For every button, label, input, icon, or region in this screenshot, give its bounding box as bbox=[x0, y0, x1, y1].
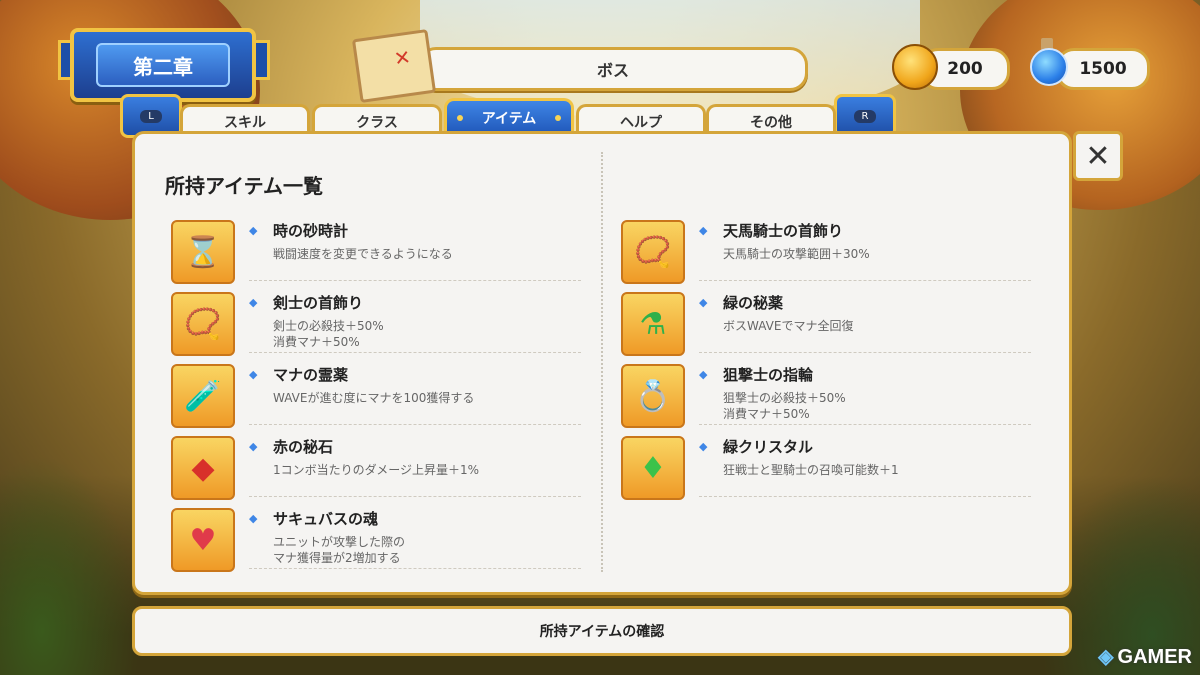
hourglass-icon: ⌛ bbox=[171, 220, 235, 284]
item-description: ボスWAVEでマナ全回復 bbox=[723, 319, 854, 333]
item-separator bbox=[249, 424, 581, 425]
diamond-bullet-icon: ◆ bbox=[249, 440, 258, 453]
panel-title: 所持アイテム一覧 bbox=[165, 174, 323, 198]
diamond-bullet-icon: ◆ bbox=[699, 368, 708, 381]
item-name: 赤の秘石 bbox=[273, 438, 334, 456]
chapter-badge: 第二章 bbox=[70, 28, 256, 102]
item-description: 狂戦士と聖騎士の召喚可能数＋1 bbox=[723, 463, 899, 477]
item-list-panel: 所持アイテム一覧 ⌛ ◆ 時の砂時計 戦闘速度を変更できるようになる 📿 ◆ 剣… bbox=[132, 131, 1072, 595]
list-item[interactable]: 🧪 ◆ マナの霊薬 WAVEが進む度にマナを100獲得する bbox=[171, 364, 591, 430]
item-name: 天馬騎士の首飾り bbox=[723, 222, 844, 240]
green-potion-icon: ⚗ bbox=[621, 292, 685, 356]
list-item[interactable]: ◆ ◆ 赤の秘石 1コンボ当たりのダメージ上昇量＋1% bbox=[171, 436, 591, 502]
diamond-bullet-icon: ◆ bbox=[699, 296, 708, 309]
item-description: 狙撃士の必殺技＋50% 消費マナ＋50% bbox=[723, 391, 846, 421]
item-name: 狙撃士の指輪 bbox=[723, 366, 814, 384]
item-description: ユニットが攻撃した際の マナ獲得量が2増加する bbox=[273, 535, 406, 565]
item-separator bbox=[699, 424, 1031, 425]
item-name: 時の砂時計 bbox=[273, 222, 349, 240]
item-name: 緑の秘薬 bbox=[723, 294, 784, 312]
column-divider bbox=[601, 152, 603, 572]
green-crystal-icon: ♦ bbox=[621, 436, 685, 500]
item-separator bbox=[699, 352, 1031, 353]
item-description: 1コンボ当たりのダメージ上昇量＋1% bbox=[273, 463, 480, 477]
item-name: マナの霊薬 bbox=[273, 366, 349, 384]
diamond-bullet-icon: ◆ bbox=[699, 440, 708, 453]
tab-next-key: R bbox=[853, 109, 877, 123]
background-plant-left bbox=[0, 455, 140, 675]
treasure-map-icon: ✕ bbox=[351, 29, 437, 103]
list-item[interactable]: 📿 ◆ 天馬騎士の首飾り 天馬騎士の攻撃範囲＋30% bbox=[621, 220, 1041, 286]
list-item[interactable]: ♥ ◆ サキュバスの魂 ユニットが攻撃した際の マナ獲得量が2増加する bbox=[171, 508, 591, 574]
stage-title: ボス bbox=[418, 47, 808, 91]
tab-item[interactable]: アイテム bbox=[444, 98, 574, 135]
mana-counter: 1500 bbox=[1056, 48, 1150, 90]
item-name: 緑クリスタル bbox=[723, 438, 814, 456]
item-separator bbox=[249, 280, 581, 281]
item-description: 戦闘速度を変更できるようになる bbox=[273, 247, 453, 261]
item-separator bbox=[699, 280, 1031, 281]
diamond-bullet-icon: ◆ bbox=[249, 296, 258, 309]
list-item[interactable]: 📿 ◆ 剣士の首飾り 剣士の必殺技＋50% 消費マナ＋50% bbox=[171, 292, 591, 358]
chapter-label: 第二章 bbox=[96, 43, 230, 87]
list-item[interactable]: 💍 ◆ 狙撃士の指輪 狙撃士の必殺技＋50% 消費マナ＋50% bbox=[621, 364, 1041, 430]
diamond-bullet-icon: ◆ bbox=[249, 224, 258, 237]
heart-icon: ♥ bbox=[171, 508, 235, 572]
item-description: 剣士の必殺技＋50% 消費マナ＋50% bbox=[273, 319, 384, 349]
confirm-items-button[interactable]: 所持アイテムの確認 bbox=[132, 606, 1072, 656]
watermark: ◈ GAMER bbox=[1098, 644, 1192, 669]
mana-potion-icon bbox=[1030, 38, 1068, 86]
diamond-bullet-icon: ◆ bbox=[699, 224, 708, 237]
tab-prev-key: L bbox=[140, 109, 162, 123]
item-description: WAVEが進む度にマナを100獲得する bbox=[273, 391, 475, 405]
red-gem-icon: ◆ bbox=[171, 436, 235, 500]
item-name: 剣士の首飾り bbox=[273, 294, 364, 312]
necklace-icon: 📿 bbox=[171, 292, 235, 356]
item-separator bbox=[249, 568, 581, 569]
gold-coin-icon bbox=[892, 44, 938, 90]
watermark-text: GAMER bbox=[1117, 646, 1192, 668]
diamond-bullet-icon: ◆ bbox=[249, 368, 258, 381]
item-separator bbox=[699, 496, 1031, 497]
potion-icon: 🧪 bbox=[171, 364, 235, 428]
item-separator bbox=[249, 352, 581, 353]
diamond-bullet-icon: ◆ bbox=[249, 512, 258, 525]
close-button[interactable]: ✕ bbox=[1073, 131, 1123, 181]
item-name: サキュバスの魂 bbox=[273, 510, 379, 528]
item-description: 天馬騎士の攻撃範囲＋30% bbox=[723, 247, 870, 261]
close-icon: ✕ bbox=[1085, 138, 1111, 174]
gamer-logo-icon: ◈ bbox=[1098, 646, 1114, 668]
necklace-icon: 📿 bbox=[621, 220, 685, 284]
item-separator bbox=[249, 496, 581, 497]
ring-icon: 💍 bbox=[621, 364, 685, 428]
list-item[interactable]: ⚗ ◆ 緑の秘薬 ボスWAVEでマナ全回復 bbox=[621, 292, 1041, 358]
list-item[interactable]: ⌛ ◆ 時の砂時計 戦闘速度を変更できるようになる bbox=[171, 220, 591, 286]
list-item[interactable]: ♦ ◆ 緑クリスタル 狂戦士と聖騎士の召喚可能数＋1 bbox=[621, 436, 1041, 502]
